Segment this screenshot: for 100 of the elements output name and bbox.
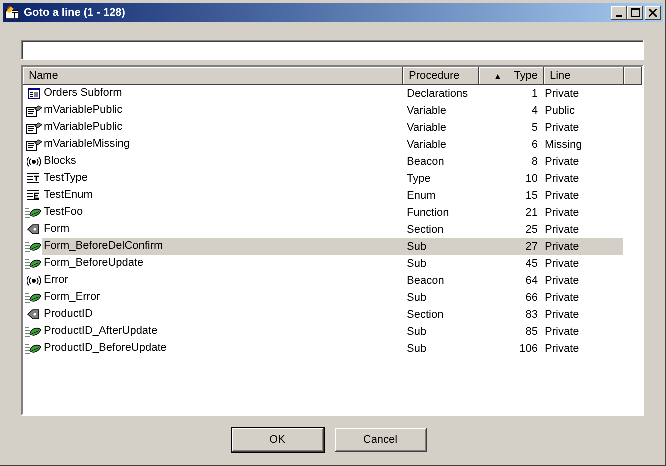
table-cell-text: Beacon [406,156,446,168]
variable-icon [26,138,42,150]
list-row[interactable]: Form_BeforeDelConfirm Sub 27 Private [42,238,623,255]
maximize-icon [630,8,640,17]
table-cell-text: Sub [406,240,428,252]
table-cell-text: Private [544,122,580,134]
list-row[interactable]: TestFoo Function 21 Private [42,204,623,221]
table-cell-text: 45 [524,258,539,270]
minimize-icon [616,14,622,16]
table-cell-text: 10 [524,172,539,184]
variable-icon [26,122,42,134]
table-cell-text: 64 [524,274,539,286]
table-cell-text: 25 [524,224,539,236]
beacon-icon [26,276,40,286]
table-cell-text: 15 [524,190,539,202]
table-cell-text: 4 [530,104,539,116]
table-cell-text: Beacon [406,274,446,286]
item-name: Form [43,222,71,237]
table-cell-text: Private [544,258,580,270]
close-icon [649,8,657,16]
tag-icon [27,224,40,235]
table-cell-text: Variable [406,104,448,116]
table-cell-text: 8 [530,156,539,168]
leaf-icon [25,326,42,338]
form-icon [28,88,40,99]
close-button[interactable] [645,6,661,20]
table-cell-text: Private [544,274,580,286]
list-row[interactable]: mVariablePublic Variable 4 Public [42,102,623,119]
item-name: ProductID [43,307,94,322]
table-cell-text: 5 [530,122,539,134]
list-row[interactable]: Orders Subform Declarations 1 Private [42,85,623,102]
table-cell-text: 1 [530,88,539,100]
list-row[interactable]: ProductID Section 83 Private [42,306,623,323]
table-cell-text: 6 [530,138,539,150]
table-cell-text: Private [544,172,580,184]
window-title: Goto a line (1 - 128) [24,6,126,18]
table-cell-text: 27 [524,240,539,252]
list-row[interactable]: mVariablePublic Variable 5 Private [42,119,623,136]
column-header[interactable]: Procedure [403,67,479,85]
list-row[interactable]: Form_BeforeUpdate Sub 45 Private [42,255,623,272]
table-cell-text: Variable [406,138,448,150]
cancel-button[interactable]: Cancel [334,428,426,452]
table-cell-text: Sub [406,342,428,354]
list-row[interactable]: Blocks Beacon 8 Private [42,153,623,170]
search-field[interactable] [21,40,644,60]
item-name: TestFoo [43,205,84,220]
table-cell-text: Private [544,190,580,202]
list-row[interactable]: ProductID_BeforeUpdate Sub 106 Private [42,340,623,357]
table-cell-text: 83 [524,308,539,320]
item-name: Blocks [43,154,78,169]
table-cell-text: Function [406,206,450,218]
leaf-icon [25,342,42,354]
table-cell-text: Missing [544,138,584,150]
column-header[interactable]: Name [23,67,403,85]
table-cell-text: Private [544,240,580,252]
table-cell-text: Declarations [406,88,470,100]
item-name: TestEnum [43,188,94,203]
variable-icon [26,104,42,116]
item-name: Orders Subform [43,86,124,101]
enum-icon [27,190,40,201]
item-name: mVariablePublic [43,103,124,118]
table-cell-text: Section [406,308,445,320]
leaf-icon [25,206,42,218]
item-name: mVariableMissing [43,137,131,152]
app-icon [5,6,21,20]
minimize-button[interactable] [611,6,627,20]
list-row[interactable]: ProductID_AfterUpdate Sub 85 Private [42,323,623,340]
table-cell-text: 21 [524,206,539,218]
leaf-icon [25,240,42,252]
table-cell-text: Public [544,104,576,116]
table-cell-text: Private [544,156,580,168]
list-row[interactable]: Error Beacon 64 Private [42,272,623,289]
table-cell-text: Enum [406,190,437,202]
list-row[interactable]: Form Section 25 Private [42,221,623,238]
table-cell-text: Private [544,224,580,236]
item-name: TestType [43,171,90,186]
table-cell-text: Private [544,88,580,100]
table-cell-text: Section [406,224,445,236]
list-row[interactable]: TestEnum Enum 15 Private [42,187,623,204]
tag-icon [27,309,40,320]
item-name: Form_Error [43,290,102,305]
ok-button[interactable]: OK [232,428,324,452]
list-row[interactable]: mVariableMissing Variable 6 Missing [42,136,623,153]
column-header[interactable]: Line [544,67,624,85]
table-cell-text: Type [406,172,432,184]
table-cell-text: Variable [406,122,448,134]
list-row[interactable]: Form_Error Sub 66 Private [42,289,623,306]
column-label: Type [514,70,538,84]
item-name: mVariablePublic [43,120,124,135]
type-icon [27,173,40,184]
table-cell-text: Sub [406,326,428,338]
table-cell-text: Private [544,326,580,338]
list-row[interactable]: TestType Type 10 Private [42,170,623,187]
table-cell-text: 85 [524,326,539,338]
table-cell-text: Private [544,342,580,354]
leaf-icon [25,292,42,304]
maximize-button[interactable] [627,6,643,20]
table-cell-text: 106 [518,342,539,354]
item-name: Error [43,273,70,288]
leaf-icon [25,258,42,270]
